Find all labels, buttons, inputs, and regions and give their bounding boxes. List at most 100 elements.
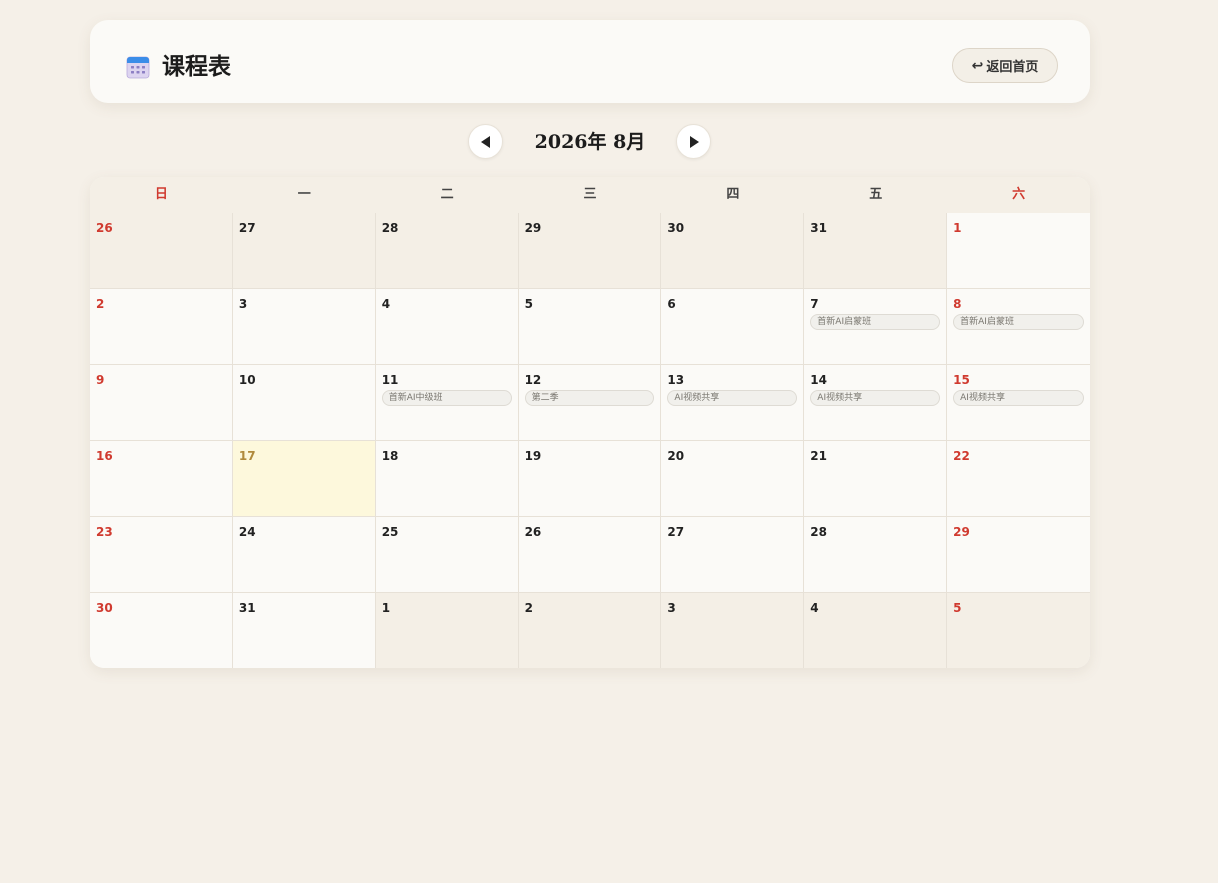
day-cell[interactable]: 30 — [661, 213, 805, 289]
day-number: 29 — [953, 525, 970, 539]
back-home-button[interactable]: ↩ 返回首页 — [952, 48, 1058, 83]
day-cell[interactable]: 9 — [90, 365, 233, 441]
course-event[interactable]: AI视频共享 — [667, 390, 798, 406]
day-number: 11 — [381, 373, 399, 387]
day-cell[interactable]: 22 — [947, 441, 1090, 517]
course-event[interactable]: 首新AI启蒙班 — [810, 314, 941, 330]
day-cell[interactable]: 3 — [232, 289, 376, 365]
course-event[interactable]: 第二季 — [524, 390, 655, 406]
day-cell[interactable]: 16 — [90, 441, 233, 517]
day-cell[interactable]: 1 — [947, 213, 1090, 289]
day-cell[interactable]: 15 AI视频共享 — [947, 365, 1090, 441]
day-cell[interactable]: 21 — [804, 441, 948, 517]
day-number: 1 — [381, 601, 391, 615]
next-month-button[interactable] — [676, 124, 711, 159]
course-event[interactable]: 首新AI中级班 — [381, 390, 512, 406]
weekday-label: 四 — [726, 187, 740, 202]
day-cell[interactable]: 6 — [661, 289, 805, 365]
day-cell[interactable]: 30 — [90, 593, 233, 668]
weekday-label: 三 — [583, 187, 597, 202]
day-number: 28 — [381, 221, 399, 235]
header-card: 课程表 ↩ 返回首页 — [90, 20, 1090, 103]
day-cell[interactable]: 24 — [232, 517, 376, 593]
day-cell[interactable]: 29 — [518, 213, 662, 289]
day-number: 4 — [810, 601, 819, 615]
prev-month-button[interactable] — [468, 124, 503, 159]
weekday-label: 六 — [1012, 187, 1026, 202]
day-cell[interactable]: 25 — [375, 517, 519, 593]
day-number: 26 — [96, 221, 113, 235]
course-event[interactable]: 首新AI启蒙班 — [953, 314, 1084, 330]
day-cell[interactable]: 13 AI视频共享 — [661, 365, 805, 441]
day-number: 21 — [810, 449, 827, 463]
triangle-left-icon — [480, 135, 490, 148]
day-cell[interactable]: 3 — [661, 593, 805, 668]
calendar-grid: 日一二三四五六 26 27 28 29 30 31 1 2 3 4 5 6 7 首新AI启蒙班 8 首新AI启… — [90, 177, 1090, 668]
day-cell[interactable]: 27 — [232, 213, 376, 289]
day-number: 28 — [810, 525, 827, 539]
day-number: 24 — [238, 525, 256, 539]
day-number: 3 — [667, 601, 676, 615]
day-cell[interactable]: 8 首新AI启蒙班 — [947, 289, 1090, 365]
day-number: 4 — [381, 297, 391, 311]
day-cell[interactable]: 29 — [947, 517, 1090, 593]
day-cell[interactable]: 11 首新AI中级班 — [375, 365, 519, 441]
day-cell[interactable]: 4 — [804, 593, 948, 668]
day-number: 3 — [238, 297, 248, 311]
day-cell[interactable]: 23 — [90, 517, 233, 593]
day-cell-today[interactable]: 17 — [232, 441, 376, 517]
day-cell[interactable]: 27 — [661, 517, 805, 593]
day-cell[interactable]: 7 首新AI启蒙班 — [804, 289, 948, 365]
weekday-label: 五 — [869, 187, 883, 202]
day-number: 12 — [524, 373, 542, 387]
day-number: 2 — [524, 601, 533, 615]
day-number: 22 — [953, 449, 970, 463]
day-number: 15 — [953, 373, 970, 387]
day-cell[interactable]: 20 — [661, 441, 805, 517]
day-grid: 26 27 28 29 30 31 1 2 3 4 5 6 7 首新AI启蒙班 8 首新AI启蒙班 9 10 11 首… — [90, 213, 1090, 668]
day-number: 30 — [667, 221, 685, 235]
day-cell[interactable]: 4 — [375, 289, 519, 365]
triangle-right-icon — [689, 135, 699, 148]
day-number: 5 — [524, 297, 533, 311]
day-cell[interactable]: 19 — [518, 441, 662, 517]
day-number: 8 — [953, 297, 962, 311]
day-cell[interactable]: 26 — [90, 213, 233, 289]
day-number: 27 — [667, 525, 685, 539]
day-number: 17 — [238, 449, 256, 463]
weekday-label: 二 — [440, 187, 454, 202]
weekday-label: 日 — [154, 187, 168, 202]
day-number: 16 — [96, 449, 113, 463]
day-number: 26 — [524, 525, 542, 539]
course-event[interactable]: AI视频共享 — [953, 390, 1084, 406]
day-cell[interactable]: 28 — [804, 517, 948, 593]
day-number: 27 — [238, 221, 256, 235]
day-number: 20 — [667, 449, 685, 463]
month-navigation: 2026年 8月 — [468, 124, 712, 160]
day-cell[interactable]: 5 — [947, 593, 1090, 668]
day-number: 25 — [381, 525, 399, 539]
page-title: 课程表 — [162, 53, 231, 80]
day-number: 2 — [96, 297, 105, 311]
day-number: 5 — [953, 601, 962, 615]
day-cell[interactable]: 31 — [232, 593, 376, 668]
day-cell[interactable]: 26 — [518, 517, 662, 593]
current-month-label: 2026年 8月 — [534, 131, 646, 153]
day-number: 14 — [810, 373, 827, 387]
day-number: 10 — [238, 373, 256, 387]
day-cell[interactable]: 1 — [375, 593, 519, 668]
course-event[interactable]: AI视频共享 — [810, 390, 941, 406]
day-cell[interactable]: 5 — [518, 289, 662, 365]
day-cell[interactable]: 12 第二季 — [518, 365, 662, 441]
day-cell[interactable]: 28 — [375, 213, 519, 289]
day-number: 7 — [810, 297, 819, 311]
day-cell[interactable]: 14 AI视频共享 — [804, 365, 948, 441]
day-cell[interactable]: 18 — [375, 441, 519, 517]
day-cell[interactable]: 10 — [232, 365, 376, 441]
day-cell[interactable]: 2 — [518, 593, 662, 668]
day-cell[interactable]: 31 — [804, 213, 948, 289]
day-number: 23 — [96, 525, 113, 539]
day-number: 30 — [96, 601, 113, 615]
day-number: 29 — [524, 221, 542, 235]
day-cell[interactable]: 2 — [90, 289, 233, 365]
